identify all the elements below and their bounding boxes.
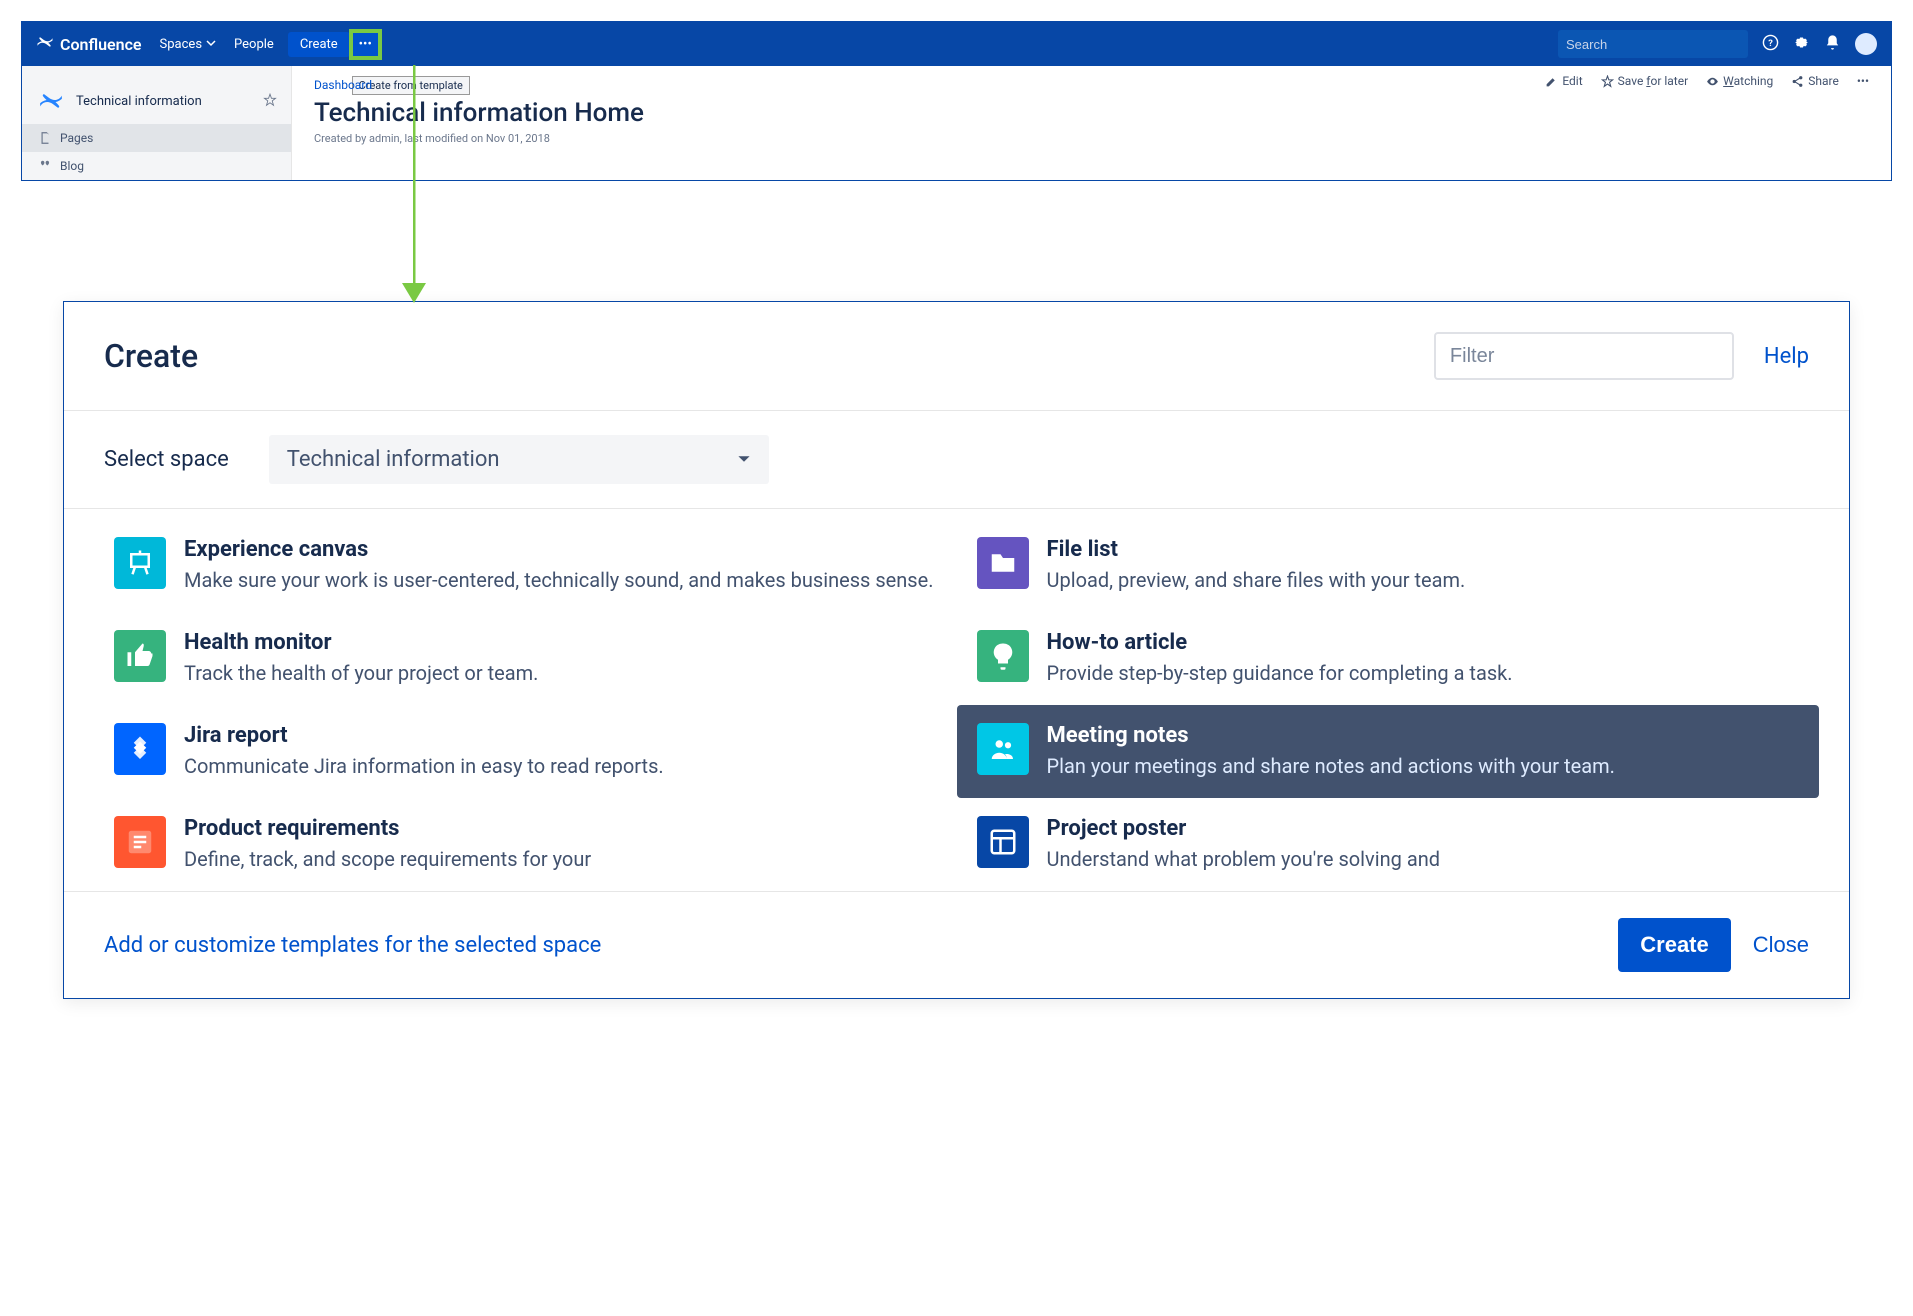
space-name: Technical information xyxy=(76,94,253,109)
page-actions: Edit Save for later Watching Share ••• xyxy=(1545,74,1869,88)
template-item-jira-report[interactable]: Jira report Communicate Jira information … xyxy=(94,705,957,798)
template-item-health-monitor[interactable]: Health monitor Track the health of your p… xyxy=(94,612,957,705)
dialog-title: Create xyxy=(104,337,1434,375)
folder-icon xyxy=(977,537,1029,589)
share-action[interactable]: Share xyxy=(1791,74,1839,88)
dialog-footer: Add or customize templates for the selec… xyxy=(64,891,1849,998)
template-title: How-to article xyxy=(1047,630,1800,655)
template-item-project-poster[interactable]: Project poster Understand what problem yo… xyxy=(957,798,1820,891)
space-logo-icon xyxy=(36,86,66,116)
template-desc: Understand what problem you're solving a… xyxy=(1047,845,1800,873)
space-select-row: Select space Technical information xyxy=(64,411,1849,509)
create-button[interactable]: Create xyxy=(288,32,350,57)
template-item-file-list[interactable]: File list Upload, preview, and share file… xyxy=(957,519,1820,612)
templates-grid[interactable]: Experience canvas Make sure your work is … xyxy=(64,509,1849,891)
list-icon xyxy=(114,816,166,868)
template-title: File list xyxy=(1047,537,1800,562)
sidebar-item-pages[interactable]: Pages xyxy=(22,124,291,152)
notification-icon[interactable] xyxy=(1824,34,1841,55)
dialog-header: Create Help xyxy=(64,302,1849,411)
space-header[interactable]: Technical information xyxy=(22,78,291,124)
template-title: Jira report xyxy=(184,723,937,748)
search-input[interactable] xyxy=(1566,37,1742,52)
brand-logo[interactable]: Confluence xyxy=(36,33,142,55)
confluence-panel: Confluence Spaces People Create ••• Crea… xyxy=(21,21,1892,181)
template-desc: Upload, preview, and share files with yo… xyxy=(1047,566,1800,594)
template-title: Project poster xyxy=(1047,816,1800,841)
thumb-icon xyxy=(114,630,166,682)
space-select-dropdown[interactable]: Technical information xyxy=(269,435,769,484)
easel-icon xyxy=(114,537,166,589)
top-nav: Confluence Spaces People Create ••• Crea… xyxy=(22,22,1891,66)
template-item-meeting-notes[interactable]: Meeting notes Plan your meetings and shar… xyxy=(957,705,1820,798)
sidebar-item-blog[interactable]: Blog xyxy=(22,152,291,180)
template-title: Health monitor xyxy=(184,630,937,655)
star-icon[interactable] xyxy=(263,92,277,111)
nav-people[interactable]: People xyxy=(234,37,274,52)
sidebar: Technical information Pages Blog xyxy=(22,66,292,180)
nav-spaces[interactable]: Spaces xyxy=(160,37,217,52)
edit-action[interactable]: Edit xyxy=(1545,74,1582,88)
bulb-icon xyxy=(977,630,1029,682)
main-content: Edit Save for later Watching Share ••• xyxy=(292,66,1891,180)
select-space-label: Select space xyxy=(104,447,229,472)
create-confirm-button[interactable]: Create xyxy=(1618,918,1730,972)
more-actions[interactable]: ••• xyxy=(1857,74,1869,88)
template-desc: Define, track, and scope requirements fo… xyxy=(184,845,937,873)
watch-action[interactable]: Watching xyxy=(1706,74,1773,88)
ellipsis-icon: ••• xyxy=(359,37,372,52)
save-action[interactable]: Save for later xyxy=(1601,74,1689,88)
arrowhead-annotation xyxy=(402,279,426,303)
page-title: Technical information Home xyxy=(314,98,1869,128)
template-desc: Plan your meetings and share notes and a… xyxy=(1047,752,1800,780)
brand-name: Confluence xyxy=(60,35,142,54)
template-item-experience-canvas[interactable]: Experience canvas Make sure your work is … xyxy=(94,519,957,612)
template-desc: Communicate Jira information in easy to … xyxy=(184,752,937,780)
template-desc: Track the health of your project or team… xyxy=(184,659,937,687)
close-button[interactable]: Close xyxy=(1753,932,1809,958)
template-item-product-req[interactable]: Product requirements Define, track, and s… xyxy=(94,798,957,891)
create-from-template-button[interactable]: ••• Create from template xyxy=(352,32,379,57)
people-icon xyxy=(977,723,1029,775)
create-dialog: Create Help Select space Technical infor… xyxy=(63,301,1850,999)
confluence-icon xyxy=(36,33,54,55)
chevron-down-icon xyxy=(206,37,216,52)
filter-input[interactable] xyxy=(1434,332,1734,380)
caret-down-icon xyxy=(737,447,751,472)
avatar[interactable] xyxy=(1855,33,1877,55)
search-box[interactable] xyxy=(1558,30,1748,58)
template-desc: Make sure your work is user-centered, te… xyxy=(184,566,937,594)
help-icon[interactable]: ? xyxy=(1762,34,1779,55)
template-item-howto[interactable]: How-to article Provide step-by-step guida… xyxy=(957,612,1820,705)
layout-icon xyxy=(977,816,1029,868)
jira-icon xyxy=(114,723,166,775)
gear-icon[interactable] xyxy=(1793,34,1810,55)
page-meta: Created by admin, last modified on Nov 0… xyxy=(314,132,1869,145)
svg-text:?: ? xyxy=(1768,38,1773,49)
template-desc: Provide step-by-step guidance for comple… xyxy=(1047,659,1800,687)
template-title: Product requirements xyxy=(184,816,937,841)
customize-templates-link[interactable]: Add or customize templates for the selec… xyxy=(104,933,1618,958)
template-title: Meeting notes xyxy=(1047,723,1800,748)
help-link[interactable]: Help xyxy=(1764,344,1809,369)
template-title: Experience canvas xyxy=(184,537,937,562)
